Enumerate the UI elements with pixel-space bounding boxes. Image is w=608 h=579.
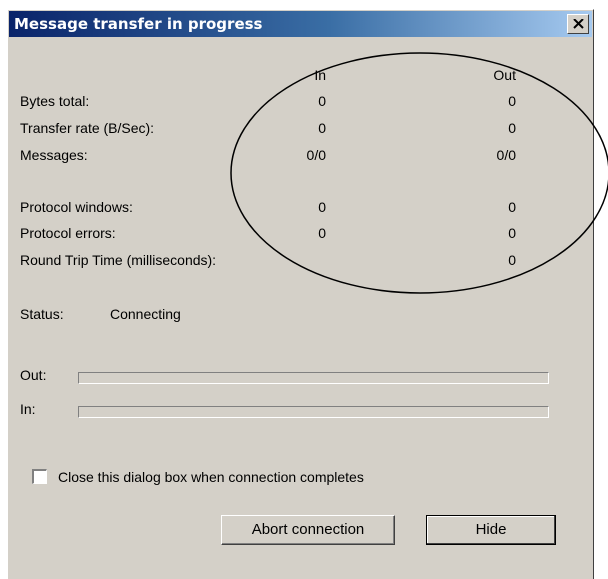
column-header-in: In — [314, 67, 326, 83]
out-progress-label: Out: — [20, 367, 47, 383]
round-trip-out: 0 — [508, 252, 516, 268]
round-trip-label: Round Trip Time (milliseconds): — [20, 252, 217, 268]
close-on-complete-checkbox[interactable] — [32, 469, 47, 484]
status-value: Connecting — [110, 306, 181, 322]
out-progress-bar — [78, 372, 549, 384]
in-progress-bar — [78, 406, 549, 418]
title-bar[interactable]: Message transfer in progress — [9, 11, 592, 37]
messages-label: Messages: — [20, 147, 88, 163]
protocol-windows-label: Protocol windows: — [20, 199, 133, 215]
bytes-total-label: Bytes total: — [20, 93, 90, 109]
column-header-out: Out — [493, 67, 516, 83]
bytes-total-out: 0 — [508, 93, 516, 109]
protocol-windows-out: 0 — [508, 199, 516, 215]
close-button[interactable] — [567, 14, 589, 34]
close-on-complete-label[interactable]: Close this dialog box when connection co… — [58, 469, 364, 485]
dialog-title: Message transfer in progress — [14, 15, 263, 33]
bytes-total-in: 0 — [318, 93, 326, 109]
messages-out: 0/0 — [496, 147, 516, 163]
messages-in: 0/0 — [306, 147, 326, 163]
close-icon — [573, 19, 584, 29]
hide-button[interactable]: Hide — [426, 515, 556, 545]
status-label: Status: — [20, 306, 64, 322]
protocol-errors-in: 0 — [318, 225, 326, 241]
abort-connection-button[interactable]: Abort connection — [221, 515, 395, 545]
protocol-errors-out: 0 — [508, 225, 516, 241]
transfer-rate-label: Transfer rate (B/Sec): — [20, 120, 155, 136]
protocol-errors-label: Protocol errors: — [20, 225, 116, 241]
transfer-rate-in: 0 — [318, 120, 326, 136]
protocol-windows-in: 0 — [318, 199, 326, 215]
transfer-rate-out: 0 — [508, 120, 516, 136]
in-progress-label: In: — [20, 401, 36, 417]
